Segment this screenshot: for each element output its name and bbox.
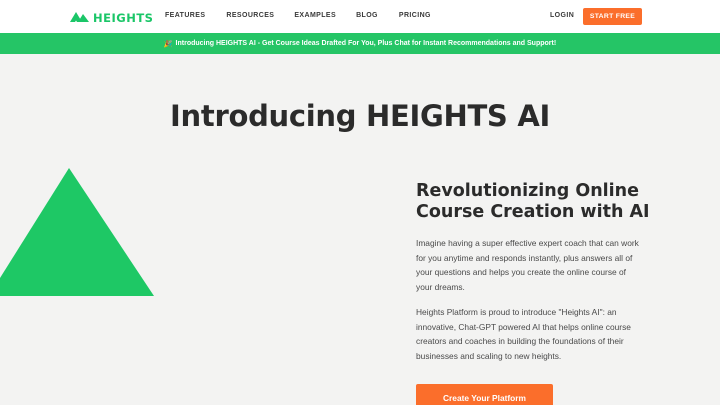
nav-link-features[interactable]: FEATURES: [165, 12, 205, 19]
nav-link-resources[interactable]: RESOURCES: [226, 12, 274, 19]
mountains-logo-icon: [70, 9, 89, 27]
hero-paragraph-intro: Imagine having a super effective expert …: [416, 238, 639, 292]
brand-logo[interactable]: HEIGHTS: [70, 9, 153, 27]
create-platform-button[interactable]: Create Your Platform: [416, 384, 553, 405]
brand-name: HEIGHTS: [93, 11, 154, 25]
announcement-text: Introducing HEIGHTS AI - Get Course Idea…: [175, 40, 557, 47]
nav-link-pricing[interactable]: PRICING: [399, 12, 431, 19]
hero-paragraph-description: Heights Platform is proud to introduce "…: [416, 307, 631, 361]
top-nav: HEIGHTS FEATURES RESOURCES EXAMPLES BLOG…: [0, 0, 720, 33]
start-free-button[interactable]: START FREE: [583, 8, 642, 25]
main-nav: FEATURES RESOURCES EXAMPLES BLOG PRICING: [165, 12, 431, 19]
announcement-bar[interactable]: 🎉 Introducing HEIGHTS AI - Get Course Id…: [0, 33, 720, 54]
login-link[interactable]: LOGIN: [550, 12, 574, 19]
page-title: Introducing HEIGHTS AI: [170, 99, 550, 133]
hero-subheading: Revolutionizing Online Course Creation w…: [416, 181, 650, 222]
party-popper-icon: 🎉: [163, 40, 173, 48]
nav-link-blog[interactable]: BLOG: [356, 12, 378, 19]
green-triangle-icon: [0, 168, 160, 305]
nav-link-examples[interactable]: EXAMPLES: [294, 12, 336, 19]
